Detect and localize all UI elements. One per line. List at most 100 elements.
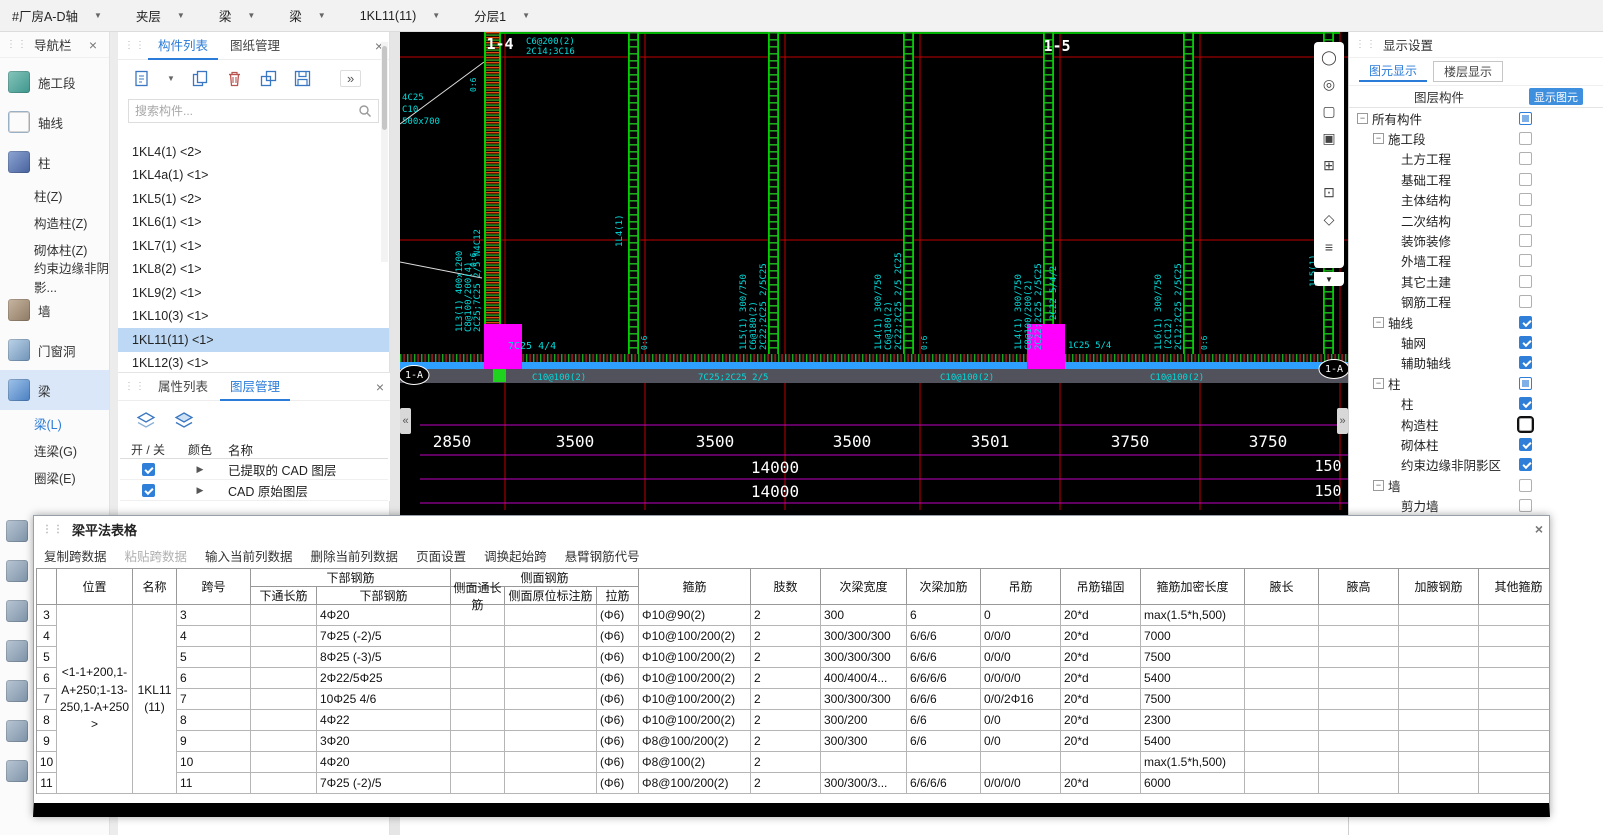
hang-cell[interactable]: 0/0/2Φ16 xyxy=(981,689,1061,710)
bottom-bars-cell[interactable]: 7Φ25 (-2)/5 xyxy=(317,626,451,647)
component-list-item[interactable]: 1KL8(2) <1> xyxy=(118,258,389,282)
beam-toolbar-item[interactable]: 悬臂钢筋代号 xyxy=(565,546,640,565)
sub-bars-cell[interactable]: 6/6/6/6 xyxy=(907,773,981,794)
hang-cell[interactable]: 0 xyxy=(981,605,1061,626)
expand-arrow-icon[interactable]: ▶ xyxy=(197,464,204,475)
nav-extra-icon[interactable] xyxy=(6,560,28,582)
display-tree-row[interactable]: − 构造柱 xyxy=(1349,414,1603,434)
sub-bars-cell[interactable]: 6/6 xyxy=(907,710,981,731)
visibility-checkbox[interactable] xyxy=(1519,152,1532,166)
collapse-icon[interactable]: − xyxy=(1373,377,1384,389)
legs-cell[interactable]: 2 xyxy=(751,605,821,626)
display-tree-row[interactable]: − 基础工程 xyxy=(1349,169,1603,189)
solid-box-icon[interactable]: ▣ xyxy=(1317,126,1341,151)
nav-item[interactable]: 柱 xyxy=(0,142,109,182)
stirrup-cell[interactable]: Φ10@90(2) xyxy=(639,605,751,626)
hang-anchor-cell[interactable]: 20*d xyxy=(1061,710,1141,731)
side-note-cell[interactable] xyxy=(505,668,597,689)
delete-component-button[interactable] xyxy=(224,68,244,88)
scrollbar[interactable] xyxy=(381,42,388,262)
palette-expand-icon[interactable]: ▼ xyxy=(1314,272,1344,286)
component-list-item[interactable]: 1KL7(1) <1> xyxy=(118,234,389,258)
stirrup-cell[interactable]: Φ10@100/200(2) xyxy=(639,710,751,731)
tie-cell[interactable]: (Φ6) xyxy=(597,710,639,731)
nav-item[interactable]: 门窗洞 xyxy=(0,330,109,370)
bottom-through-cell[interactable] xyxy=(251,710,317,731)
span-cell[interactable]: 6 xyxy=(177,668,251,689)
display-tree-row[interactable]: − 其它土建 xyxy=(1349,271,1603,291)
copy-component-button[interactable] xyxy=(190,68,210,88)
hang-cell[interactable]: 0/0 xyxy=(981,710,1061,731)
bottom-through-cell[interactable] xyxy=(251,626,317,647)
haunch-length-cell[interactable] xyxy=(1245,731,1319,752)
layer-combo[interactable]: 分层1 ▼ xyxy=(470,2,534,29)
haunch-height-cell[interactable] xyxy=(1319,710,1399,731)
drag-handle-icon[interactable]: ⋮⋮ xyxy=(1355,39,1377,50)
beam-table-row[interactable]: 5 5 8Φ25 (-3)/5 (Φ6) Φ10@100/200(2) 2 30… xyxy=(37,647,1549,668)
side-note-cell[interactable] xyxy=(505,731,597,752)
visibility-checkbox[interactable] xyxy=(1519,376,1532,390)
toolbar-overflow-button[interactable]: » xyxy=(340,69,362,87)
display-tree-row[interactable]: − 所有构件 xyxy=(1349,108,1603,128)
haunch-length-cell[interactable] xyxy=(1245,689,1319,710)
bottom-through-cell[interactable] xyxy=(251,605,317,626)
stirrup-cell[interactable]: Φ10@100/200(2) xyxy=(639,689,751,710)
show-elements-header-button[interactable]: 显示图元 xyxy=(1529,88,1583,105)
side-note-cell[interactable] xyxy=(505,647,597,668)
span-cell[interactable]: 8 xyxy=(177,710,251,731)
visibility-checkbox[interactable] xyxy=(1519,213,1532,227)
bottom-through-cell[interactable] xyxy=(251,668,317,689)
dense-length-cell[interactable]: 2300 xyxy=(1141,710,1245,731)
other-stirrup-cell[interactable] xyxy=(1479,689,1549,710)
component-list-item[interactable]: 1KL4(1) <2> xyxy=(118,140,389,164)
other-stirrup-cell[interactable] xyxy=(1479,626,1549,647)
ellipse-select-icon[interactable]: ◯ xyxy=(1317,45,1341,70)
collapse-left-panel-icon[interactable]: « xyxy=(400,408,411,434)
component-list-item[interactable]: 1KL10(3) <1> xyxy=(118,305,389,329)
visibility-checkbox[interactable] xyxy=(1519,254,1532,268)
floor-combo[interactable]: 夹层 ▼ xyxy=(132,2,189,29)
search-icon[interactable] xyxy=(358,104,372,118)
haunch-height-cell[interactable] xyxy=(1319,689,1399,710)
sub-width-cell[interactable]: 300 xyxy=(821,605,907,626)
display-tree-row[interactable]: − 二次结构 xyxy=(1349,210,1603,230)
span-cell[interactable]: 11 xyxy=(177,773,251,794)
other-stirrup-cell[interactable] xyxy=(1479,647,1549,668)
tab-property-list[interactable]: 属性列表 xyxy=(148,372,218,401)
hang-cell[interactable]: 0/0/0/0 xyxy=(981,773,1061,794)
haunch-length-cell[interactable] xyxy=(1245,647,1319,668)
collapse-right-panel-icon[interactable]: » xyxy=(1337,408,1348,434)
side-through-cell[interactable] xyxy=(451,731,505,752)
bottom-through-cell[interactable] xyxy=(251,731,317,752)
haunch-height-cell[interactable] xyxy=(1319,731,1399,752)
sub-width-cell[interactable]: 300/300/300 xyxy=(821,626,907,647)
legs-cell[interactable]: 2 xyxy=(751,647,821,668)
other-stirrup-cell[interactable] xyxy=(1479,731,1549,752)
span-cell[interactable]: 9 xyxy=(177,731,251,752)
sub-width-cell[interactable] xyxy=(821,752,907,773)
component-list-item[interactable]: 1KL9(2) <1> xyxy=(118,281,389,305)
side-through-cell[interactable] xyxy=(451,647,505,668)
display-tree-row[interactable]: − 轴网 xyxy=(1349,332,1603,352)
side-through-cell[interactable] xyxy=(451,752,505,773)
tab-element-display[interactable]: 图元显示 xyxy=(1359,61,1428,82)
component-combo[interactable]: 1KL11(11) ▼ xyxy=(356,5,444,27)
beam-table-row[interactable]: 11 11 7Φ25 (-2)/5 (Φ6) Φ8@100/200(2) 2 3… xyxy=(37,773,1549,794)
side-note-cell[interactable] xyxy=(505,605,597,626)
save-component-button[interactable] xyxy=(292,68,312,88)
nav-item[interactable]: 构造柱(Z) xyxy=(0,209,109,236)
haunch-bars-cell[interactable] xyxy=(1399,752,1479,773)
span-cell[interactable]: 3 xyxy=(177,605,251,626)
haunch-length-cell[interactable] xyxy=(1245,773,1319,794)
display-tree-row[interactable]: − 墙 xyxy=(1349,475,1603,495)
nav-extra-icon[interactable] xyxy=(6,600,28,622)
display-tree-row[interactable]: − 钢筋工程 xyxy=(1349,292,1603,312)
visibility-checkbox[interactable] xyxy=(1519,274,1532,288)
beam-table-row[interactable]: 9 9 3Φ20 (Φ6) Φ8@100/200(2) 2 300/300 6/… xyxy=(37,731,1549,752)
side-through-cell[interactable] xyxy=(451,626,505,647)
hang-anchor-cell[interactable]: 20*d xyxy=(1061,668,1141,689)
hang-anchor-cell[interactable]: 20*d xyxy=(1061,731,1141,752)
display-tree-row[interactable]: − 外墙工程 xyxy=(1349,251,1603,271)
haunch-bars-cell[interactable] xyxy=(1399,605,1479,626)
haunch-bars-cell[interactable] xyxy=(1399,773,1479,794)
